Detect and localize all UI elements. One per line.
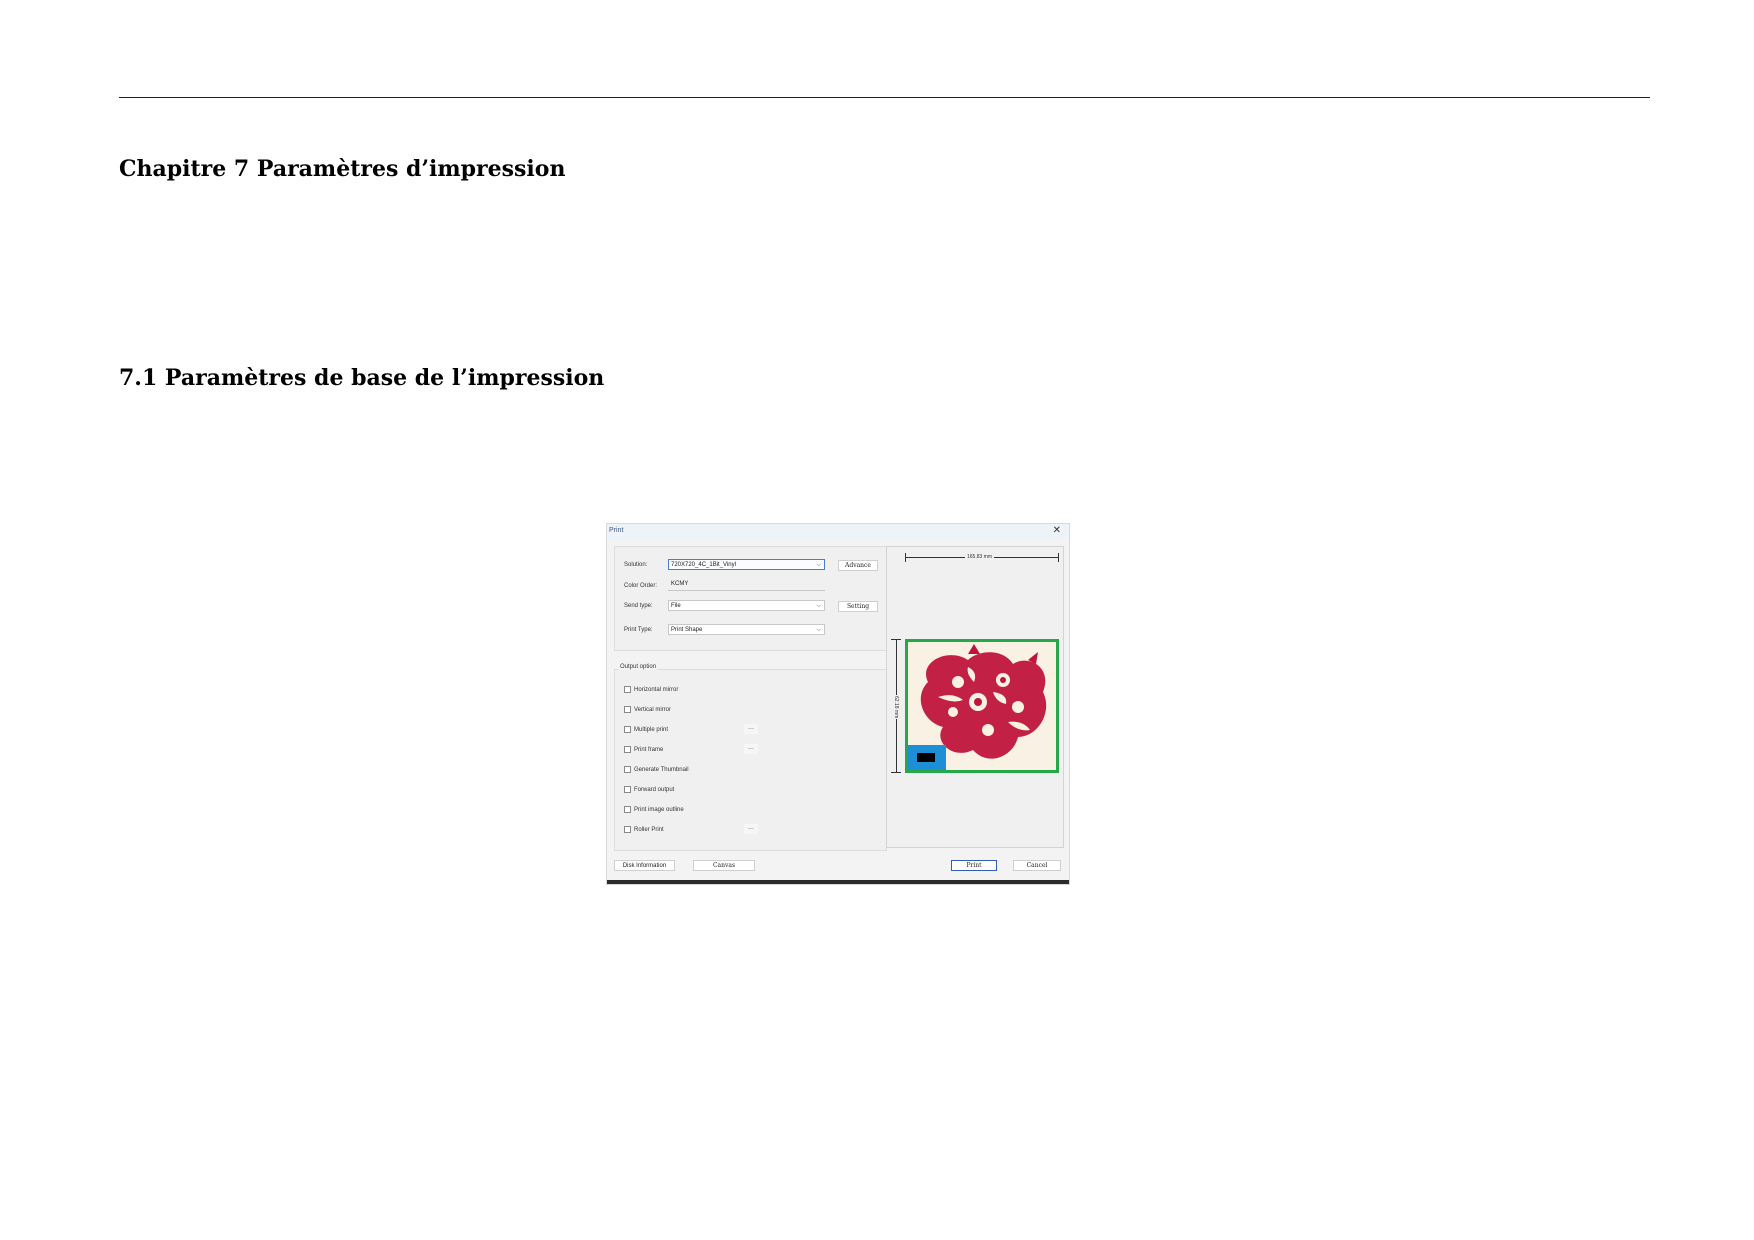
output-option-label: Forward output — [634, 787, 675, 793]
print-button[interactable]: Print — [951, 860, 997, 871]
color-order-label: Color Order: — [624, 583, 658, 589]
more-options-button[interactable]: ... — [744, 744, 758, 754]
width-ruler: 165.83 mm — [905, 553, 1059, 563]
checkbox[interactable] — [624, 826, 631, 833]
print-type-value: Print Shape — [671, 627, 703, 633]
dialog-title: Print — [609, 527, 624, 534]
more-options-button[interactable]: ... — [744, 724, 758, 734]
send-type-label: Send type: — [624, 603, 653, 609]
color-order-value: KCMY — [671, 581, 689, 587]
print-type-label: Print Type: — [624, 627, 653, 633]
output-option-label: Multiple print — [634, 727, 669, 733]
output-option-label: Horizontal mirror — [634, 687, 679, 693]
chevron-down-icon: ⌵ — [816, 603, 821, 609]
output-option-label: Output option — [619, 664, 658, 670]
canvas-button[interactable]: Canvas — [693, 860, 755, 871]
output-option-label: Vertical mirror — [634, 707, 672, 713]
checkbox[interactable] — [624, 766, 631, 773]
chevron-down-icon: ⌵ — [816, 562, 821, 568]
cancel-button[interactable]: Cancel — [1013, 860, 1061, 871]
print-type-select[interactable]: Print Shape ⌵ — [668, 624, 825, 635]
output-option-label: Print frame — [634, 747, 664, 753]
preview-image — [905, 639, 1059, 773]
output-option-label: Print image outline — [634, 807, 684, 813]
checkbox[interactable] — [624, 686, 631, 693]
checkbox[interactable] — [624, 746, 631, 753]
checkbox[interactable] — [624, 726, 631, 733]
settings-group: Solution: 720X720_4C_1Bit_Vinyl ⌵ Advanc… — [614, 546, 887, 651]
chapter-title: Chapitre 7 Paramètres d’impression — [119, 156, 566, 182]
dialog-titlebar: Print ✕ — [607, 524, 1069, 540]
height-label: 62.18 mm — [893, 695, 899, 720]
header-rule — [119, 97, 1650, 98]
setting-button[interactable]: Setting — [838, 601, 878, 612]
disk-information-button[interactable]: Disk Information — [614, 860, 675, 871]
close-icon[interactable]: ✕ — [1053, 525, 1061, 537]
color-order-underline — [668, 590, 825, 591]
width-label: 165.83 mm — [965, 554, 995, 560]
send-type-value: File — [671, 603, 681, 609]
checkbox[interactable] — [624, 706, 631, 713]
solution-select[interactable]: 720X720_4C_1Bit_Vinyl ⌵ — [668, 559, 825, 570]
chevron-down-icon: ⌵ — [816, 627, 821, 633]
checkbox[interactable] — [624, 786, 631, 793]
section-title: 7.1 Paramètres de base de l’impression — [119, 365, 605, 391]
output-option-label: Generate Thumbnail — [634, 767, 689, 773]
solution-label: Solution: — [624, 562, 648, 568]
solution-value: 720X720_4C_1Bit_Vinyl — [671, 562, 736, 568]
print-dialog: Print ✕ Solution: 720X720_4C_1Bit_Vinyl … — [607, 524, 1069, 884]
origin-marker-inner — [917, 753, 935, 762]
checkbox[interactable] — [624, 806, 631, 813]
send-type-select[interactable]: File ⌵ — [668, 600, 825, 611]
more-options-button[interactable]: ... — [744, 824, 758, 834]
height-ruler: 62.18 mm — [891, 639, 901, 773]
advance-button[interactable]: Advance — [838, 560, 878, 571]
origin-marker — [908, 745, 946, 770]
output-option-label: Roller Print — [634, 827, 664, 833]
print-preview: 165.83 mm 62.18 mm — [886, 546, 1064, 848]
dialog-bottom-edge — [607, 880, 1069, 884]
